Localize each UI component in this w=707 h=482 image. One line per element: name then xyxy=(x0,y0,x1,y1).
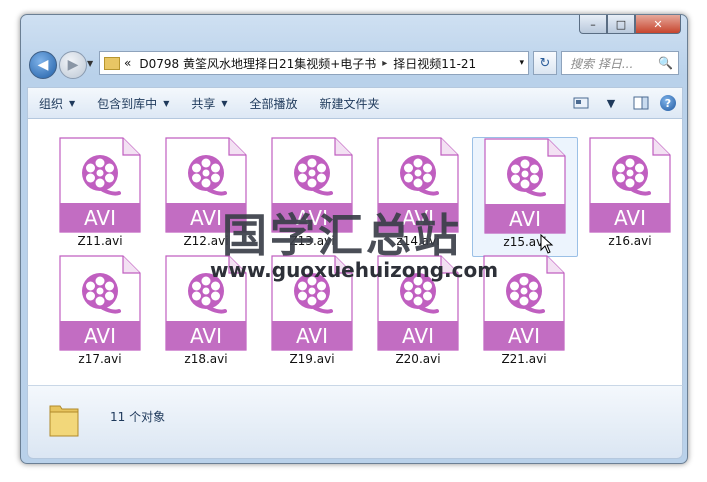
file-item[interactable]: AVI z17.avi xyxy=(48,255,141,369)
search-placeholder: 搜索 择日... xyxy=(570,56,634,71)
chevron-down-icon: ▼ xyxy=(221,98,228,108)
back-button[interactable]: ◀ xyxy=(29,51,57,79)
forward-button[interactable]: ▶ xyxy=(59,51,87,79)
file-name: Z20.avi xyxy=(395,352,441,366)
share-label: 共享 xyxy=(191,96,216,111)
search-icon[interactable]: 🔍 xyxy=(658,56,673,70)
file-type-badge: AVI xyxy=(402,324,434,348)
play-all-button[interactable]: 全部播放 xyxy=(239,95,309,112)
folder-icon xyxy=(49,405,79,437)
new-folder-button[interactable]: 新建文件夹 xyxy=(309,95,391,112)
toolbar-right-group: ▼ ? xyxy=(570,94,682,112)
command-bar: 组织 ▼ 包含到库中 ▼ 共享 ▼ 全部播放 新建文件夹 ▼ ? xyxy=(27,87,683,119)
maximize-button[interactable]: □ xyxy=(607,15,635,34)
navigation-bar: ◀ ▶ ▼ « D0798 黄筌风水地理择日21集视频+电子书 ▸ 择日视频11… xyxy=(27,49,681,79)
chevron-down-icon: ▼ xyxy=(69,98,76,108)
organize-menu[interactable]: 组织 ▼ xyxy=(28,95,86,112)
item-count: 11 个对象 xyxy=(110,410,166,424)
minimize-button[interactable]: – xyxy=(579,15,607,34)
view-icon xyxy=(573,97,589,109)
breadcrumb-item-parent[interactable]: D0798 黄筌风水地理择日21集视频+电子书 xyxy=(139,55,376,72)
chevron-down-icon: ▼ xyxy=(606,96,616,110)
include-in-library-label: 包含到库中 xyxy=(97,96,158,111)
preview-pane-icon xyxy=(633,96,649,110)
back-arrow-icon: ◀ xyxy=(37,57,49,73)
file-type-badge: AVI xyxy=(84,206,116,230)
folder-icon xyxy=(104,56,120,70)
breadcrumb-item-current[interactable]: 择日视频11-21 xyxy=(393,55,476,72)
file-type-badge: AVI xyxy=(190,206,222,230)
file-item[interactable]: AVI z15.avi xyxy=(472,137,578,257)
play-all-label: 全部播放 xyxy=(249,96,298,111)
file-type-badge: AVI xyxy=(509,207,541,231)
avi-file-icon: AVI xyxy=(589,137,671,233)
file-name: z15.avi xyxy=(503,235,547,249)
file-name: z16.avi xyxy=(608,234,652,248)
watermark-url: www.guoxuehuizong.com xyxy=(210,258,499,282)
share-menu[interactable]: 共享 ▼ xyxy=(180,95,238,112)
include-in-library-menu[interactable]: 包含到库中 ▼ xyxy=(86,95,180,112)
change-view-button[interactable] xyxy=(570,94,592,112)
breadcrumb-separator-icon[interactable]: ▸ xyxy=(382,58,387,69)
file-name: z17.avi xyxy=(78,352,122,366)
watermark-title: 国学汇总站 xyxy=(222,209,463,262)
view-options-dropdown[interactable]: ▼ xyxy=(600,94,622,112)
file-name: z18.avi xyxy=(184,352,228,366)
refresh-icon: ↻ xyxy=(539,55,551,71)
close-button[interactable]: ✕ xyxy=(635,15,681,34)
avi-file-icon: AVI xyxy=(59,137,141,233)
help-button[interactable]: ? xyxy=(660,95,676,111)
refresh-button[interactable]: ↻ xyxy=(533,51,557,75)
file-type-badge: AVI xyxy=(84,324,116,348)
mouse-cursor-icon xyxy=(540,234,554,254)
file-name: Z21.avi xyxy=(501,352,547,366)
avi-file-icon: AVI xyxy=(59,255,141,351)
file-name: Z19.avi xyxy=(289,352,335,366)
history-chevron[interactable]: « xyxy=(124,56,131,70)
details-pane: 11 个对象 xyxy=(27,385,683,459)
preview-pane-button[interactable] xyxy=(630,94,652,112)
forward-arrow-icon: ▶ xyxy=(67,57,79,73)
file-item[interactable]: AVI Z11.avi xyxy=(48,137,141,251)
new-folder-label: 新建文件夹 xyxy=(319,96,380,111)
organize-label: 组织 xyxy=(39,96,64,111)
caption-buttons: – □ ✕ xyxy=(579,15,681,34)
address-dropdown-icon[interactable]: ▾ xyxy=(519,58,524,68)
address-bar[interactable]: « D0798 黄筌风水地理择日21集视频+电子书 ▸ 择日视频11-21 ▾ xyxy=(99,51,529,75)
search-input[interactable]: 搜索 择日... 🔍 xyxy=(561,51,679,75)
file-item[interactable]: AVI z16.avi xyxy=(578,137,671,251)
file-type-badge: AVI xyxy=(190,324,222,348)
recent-pages-dropdown[interactable]: ▼ xyxy=(87,59,93,68)
file-type-badge: AVI xyxy=(614,206,646,230)
file-type-badge: AVI xyxy=(296,324,328,348)
help-icon: ? xyxy=(664,96,672,110)
chevron-down-icon: ▼ xyxy=(163,98,170,108)
avi-file-icon: AVI xyxy=(484,138,566,234)
file-name: Z11.avi xyxy=(77,234,123,248)
file-type-badge: AVI xyxy=(508,324,540,348)
